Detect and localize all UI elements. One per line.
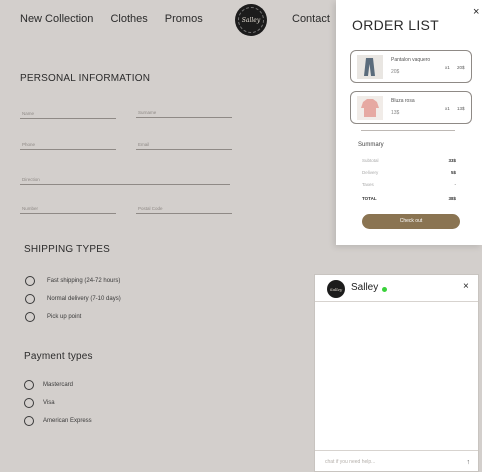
total-label: TOTAL [362,196,377,201]
chat-header: Salley Salley × [315,275,478,302]
item-name: Bluza rosa [391,98,415,104]
item-image [357,96,383,120]
phone-placeholder: Phone [22,142,36,147]
close-icon[interactable]: × [473,6,479,18]
item-total: 13$ [457,106,465,111]
phone-field[interactable]: Phone [20,137,116,150]
subtotal-value: 33$ [448,158,456,163]
radio-button[interactable] [24,380,34,390]
online-status-icon [382,287,387,292]
payment-title: Payment types [24,351,93,362]
surname-field[interactable]: Surname [136,105,232,118]
order-item[interactable]: Bluza rosa 13$ x1 13$ [350,91,472,124]
shipping-label: Fast shipping (24-72 hours) [47,278,121,284]
checkout-button[interactable]: Check out [362,214,460,229]
surname-placeholder: Surname [138,110,157,115]
brand-logo[interactable]: Salley [236,5,266,35]
nav-promos[interactable]: Promos [165,13,203,25]
postal-placeholder: Postal Code [138,206,163,211]
summary-divider [361,130,455,131]
avatar-text: Salley [329,286,343,292]
name-placeholder: Name [22,111,35,116]
radio-button[interactable] [24,416,34,426]
email-placeholder: Email [138,142,150,147]
shipping-title: SHIPPING TYPES [24,244,110,255]
chat-input[interactable]: chat if you need help... [325,459,375,465]
payment-option-visa[interactable]: Visa [24,398,55,408]
order-panel: ORDER LIST × Pantalon vaquero 20$ x1 20$… [336,0,482,245]
total-value: 38$ [448,196,456,201]
shipping-label: Normal delivery (7-10 days) [47,296,121,302]
delivery-value: 5$ [450,170,456,175]
item-qty: x1 [445,106,450,111]
nav-contact[interactable]: Contact [292,13,330,25]
number-placeholder: Number [22,206,39,211]
email-field[interactable]: Email [136,137,232,150]
chat-name: Salley [351,282,379,293]
radio-button[interactable] [25,312,35,322]
direction-placeholder: Direction [22,177,40,182]
shipping-option-normal[interactable]: Normal delivery (7-10 days) [25,294,121,304]
radio-button[interactable] [25,294,35,304]
logo-text: Salley [241,16,261,24]
radio-button[interactable] [25,276,35,286]
payment-label: Mastercard [43,382,74,388]
order-item[interactable]: Pantalon vaquero 20$ x1 20$ [350,50,472,83]
main-nav: New Collection Clothes Promos [20,13,217,25]
summary-title: Summary [358,142,384,148]
item-price: 20$ [391,69,400,75]
payment-option-amex[interactable]: American Express [24,416,92,426]
item-name: Pantalon vaquero [391,57,431,63]
name-field[interactable]: Name [20,106,116,119]
nav-clothes[interactable]: Clothes [110,13,147,25]
taxes-label: Taxes [362,182,374,187]
payment-label: Visa [43,400,55,406]
avatar: Salley [327,280,345,298]
postal-code-field[interactable]: Postal Code [136,201,232,214]
chat-panel: Salley Salley × chat if you need help...… [314,274,479,472]
item-total: 20$ [457,65,465,70]
item-qty: x1 [445,65,450,70]
item-price: 13$ [391,110,400,116]
nav-new-collection[interactable]: New Collection [20,13,93,25]
payment-label: American Express [43,418,92,424]
chat-input-divider [315,450,478,451]
send-icon[interactable]: ↑ [467,459,471,466]
payment-option-mastercard[interactable]: Mastercard [24,380,73,390]
direction-field[interactable]: Direction [20,172,230,185]
close-icon[interactable]: × [463,281,469,292]
delivery-label: Delivery [362,170,379,175]
subtotal-label: Subtotal [362,158,379,163]
personal-info-title: PERSONAL INFORMATION [20,73,151,84]
item-image [357,55,383,79]
number-field[interactable]: Number [20,201,116,214]
shipping-option-fast[interactable]: Fast shipping (24-72 hours) [25,276,120,286]
order-title: ORDER LIST [352,17,440,33]
shipping-label: Pick up point [47,314,82,320]
shipping-option-pickup[interactable]: Pick up point [25,312,81,322]
radio-button[interactable] [24,398,34,408]
taxes-value: - [454,182,457,187]
